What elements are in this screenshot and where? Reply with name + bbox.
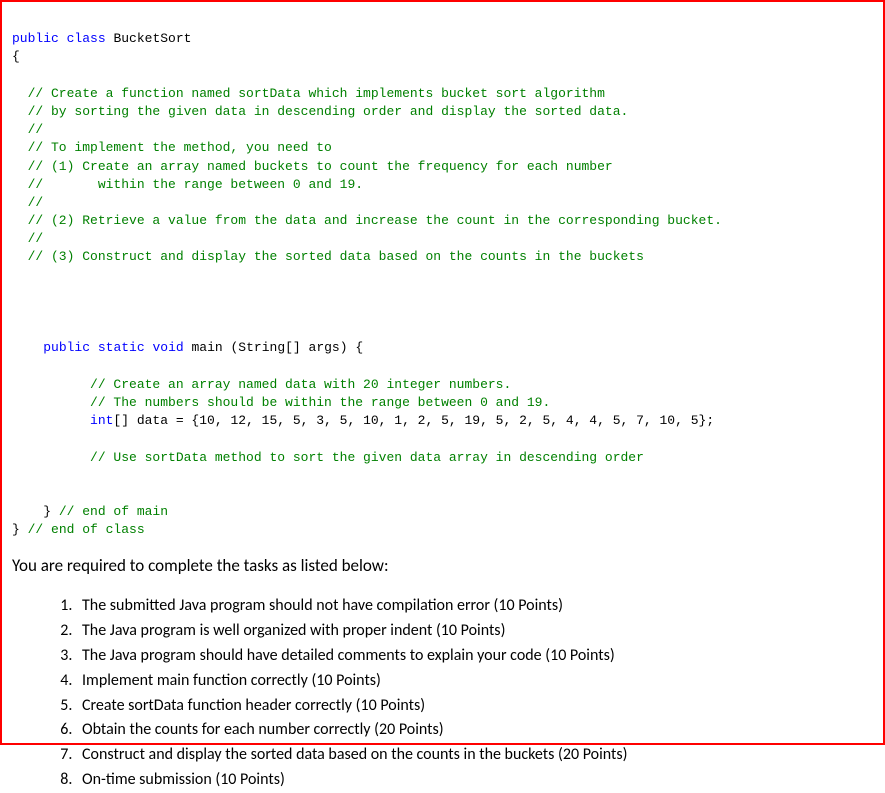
comment-line: // (3) Construct and display the sorted … xyxy=(12,249,644,264)
keyword: class xyxy=(67,31,106,46)
method-signature: main (String[] args) { xyxy=(192,340,364,355)
class-name: BucketSort xyxy=(113,31,191,46)
code-block: public class BucketSort { // Create a fu… xyxy=(12,12,883,539)
list-item: Create sortData function header correctl… xyxy=(76,694,883,719)
comment-line: // Use sortData method to sort the given… xyxy=(12,450,644,465)
comment-line: // Create a function named sortData whic… xyxy=(12,86,605,101)
brace: { xyxy=(12,49,20,64)
comment-line: // The numbers should be within the rang… xyxy=(12,395,550,410)
comment-line: // Create an array named data with 20 in… xyxy=(12,377,511,392)
comment-line: // within the range between 0 and 19. xyxy=(12,177,363,192)
comment-line: // xyxy=(12,231,43,246)
list-item: The Java program should have detailed co… xyxy=(76,644,883,669)
comment-line: // xyxy=(12,122,43,137)
instructions-section: You are required to complete the tasks a… xyxy=(12,555,883,792)
comment-line: // (2) Retrieve a value from the data an… xyxy=(12,213,722,228)
keyword: void xyxy=(152,340,183,355)
brace-close: } xyxy=(12,522,28,537)
indent xyxy=(12,340,43,355)
keyword: public xyxy=(12,31,59,46)
list-item: Construct and display the sorted data ba… xyxy=(76,743,883,768)
array-declaration: [] data = {10, 12, 15, 5, 3, 5, 10, 1, 2… xyxy=(113,413,714,428)
comment-line: // end of class xyxy=(28,522,145,537)
comment-line: // end of main xyxy=(59,504,168,519)
comment-line: // (1) Create an array named buckets to … xyxy=(12,159,613,174)
comment-line: // xyxy=(12,195,43,210)
keyword: public xyxy=(43,340,90,355)
list-item: Implement main function correctly (10 Po… xyxy=(76,669,883,694)
keyword: int xyxy=(90,413,113,428)
keyword: static xyxy=(98,340,145,355)
list-item: The Java program is well organized with … xyxy=(76,619,883,644)
comment-line: // by sorting the given data in descendi… xyxy=(12,104,628,119)
list-item: The submitted Java program should not ha… xyxy=(76,594,883,619)
comment-line: // To implement the method, you need to xyxy=(12,140,332,155)
instructions-heading: You are required to complete the tasks a… xyxy=(12,555,883,576)
list-item: On-time submission (10 Points) xyxy=(76,768,883,793)
indent xyxy=(12,413,90,428)
instructions-list: The submitted Java program should not ha… xyxy=(12,594,883,792)
brace-close: } xyxy=(12,504,59,519)
list-item: Obtain the counts for each number correc… xyxy=(76,718,883,743)
